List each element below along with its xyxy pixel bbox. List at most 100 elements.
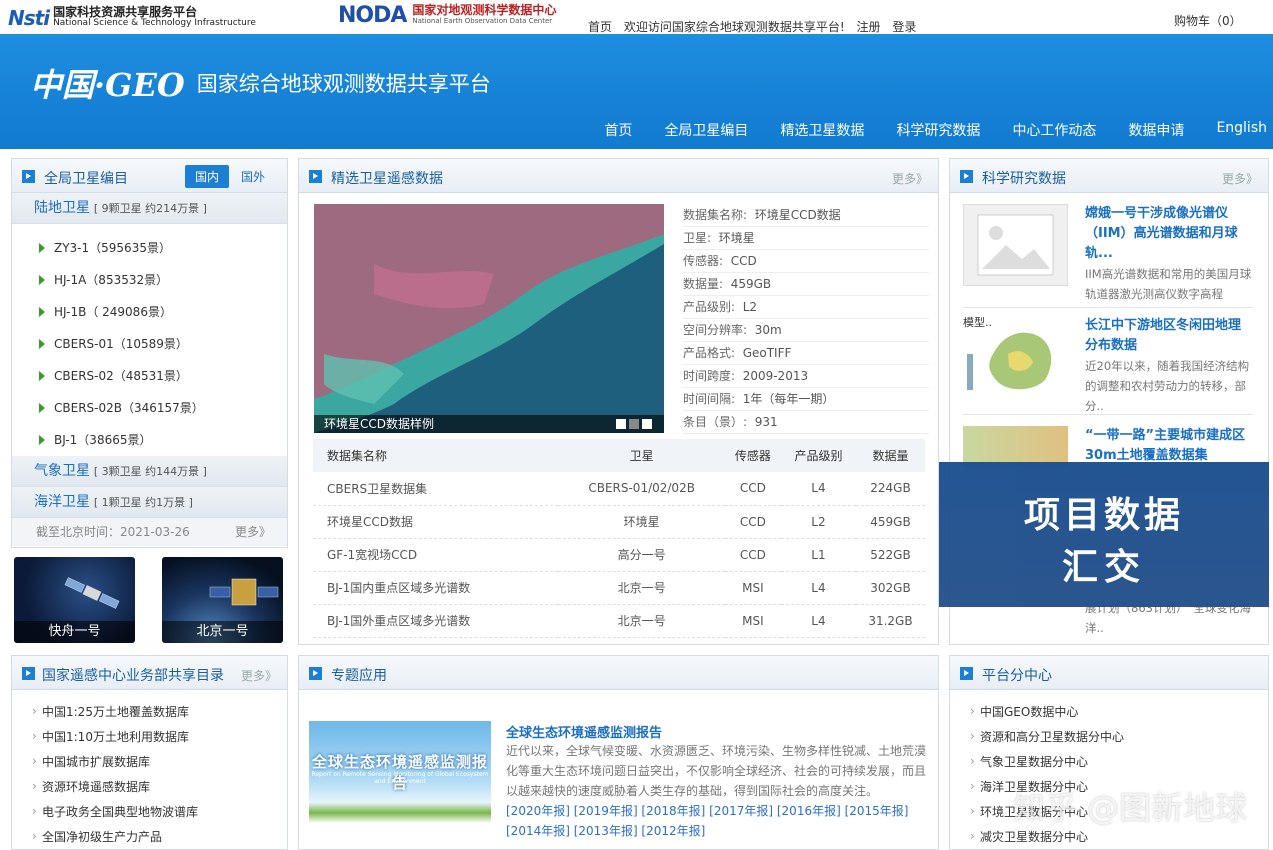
satellite-item[interactable]: ZY3-1（595635景） xyxy=(37,232,287,264)
map-thumbnail: 模型.. xyxy=(963,314,1068,396)
category-weather[interactable]: 气象卫星 [ 3颗卫星 约144万景 ] xyxy=(12,456,287,487)
list-item[interactable]: 中国城市扩展数据库 xyxy=(32,749,287,775)
nav-english[interactable]: English xyxy=(1216,120,1267,140)
cart-link[interactable]: 购物车（0） xyxy=(1174,12,1242,29)
cell: 224GB xyxy=(855,472,925,506)
list-item[interactable]: 电子政务全国典型地物波谱库 xyxy=(32,799,287,825)
cell: L4 xyxy=(781,604,856,638)
table-row[interactable]: BJ-1国外重点区域多光谱数 北京一号 MSI L4 31.2GB xyxy=(313,604,925,638)
satellite-item[interactable]: BJ-1（38665景） xyxy=(37,424,287,456)
cell[interactable]: BJ-1国外重点区域多光谱数 xyxy=(313,604,559,638)
cell[interactable]: GF-1宽视场CCD xyxy=(313,538,559,572)
register-link[interactable]: 注册 xyxy=(856,20,880,34)
satellite-image-graphic xyxy=(314,204,664,433)
list-item[interactable]: 中国1:10万土地利用数据库 xyxy=(32,724,287,750)
cell: CCD xyxy=(724,505,781,539)
featured-more-link[interactable]: 更多》 xyxy=(892,170,928,187)
featured-title: 精选卫星遥感数据 xyxy=(331,171,443,187)
catalog-panel: 全局卫星编目 国内 国外 陆地卫星 [ 9颗卫星 约214万景 ] ZY3-1（… xyxy=(11,158,288,548)
carousel-dot[interactable] xyxy=(642,419,652,429)
project-data-submission-banner[interactable]: 项目数据 汇交 xyxy=(939,462,1269,607)
cell: 北京一号 xyxy=(558,604,725,638)
list-item[interactable]: 中国1:25万土地覆盖数据库 xyxy=(32,699,287,725)
subcenter-title: 平台分中心 xyxy=(982,668,1052,684)
table-row[interactable]: 环境星CCD数据 环境星 CCD L2 459GB xyxy=(313,505,925,539)
list-item[interactable]: 全国净初级生产力产品 xyxy=(32,824,287,850)
carousel-dot[interactable] xyxy=(629,419,639,429)
report-year-links[interactable]: [2020年报] [2019年报] [2018年报] [2017年报] [201… xyxy=(506,801,926,841)
nav-data-request[interactable]: 数据申请 xyxy=(1128,120,1184,140)
remote-sensing-panel: 国家遥感中心业务部共享目录 更多》 中国1:25万土地覆盖数据库 中国1:10万… xyxy=(11,655,288,850)
nav-featured-data[interactable]: 精选卫星数据 xyxy=(780,120,864,140)
col-dataset: 数据集名称 xyxy=(313,439,559,472)
nsti-name-en: National Science & Technology Infrastruc… xyxy=(53,18,256,28)
china-geo-logo[interactable]: 中国·GEO 国家综合地球观测数据共享平台 xyxy=(30,60,491,106)
nsti-logo[interactable]: Nsti 国家科技资源共享服务平台 National Science & Tec… xyxy=(8,5,256,31)
featured-satellite-image[interactable]: 环境星CCD数据样例 xyxy=(314,204,664,433)
report-cover-subtitle: Report on Remote Sensing Monitoring of G… xyxy=(311,771,489,785)
science-item-title[interactable]: “一带一路”主要城市建成区30m土地覆盖数据集 xyxy=(1085,426,1253,462)
cell[interactable]: 环境星CCD数据 xyxy=(313,505,559,539)
science-title: 科学研究数据 xyxy=(982,171,1066,187)
cell: L4 xyxy=(781,571,856,605)
carousel-dot[interactable] xyxy=(616,419,626,429)
login-link[interactable]: 登录 xyxy=(892,20,916,34)
list-item[interactable]: 资源和高分卫星数据分中心 xyxy=(970,724,1268,750)
catalog-panel-header: 全局卫星编目 国内 国外 xyxy=(12,159,287,193)
science-item-title[interactable]: 嫦娥一号干涉成像光谱仪（IIM）高光谱数据和月球轨... xyxy=(1085,204,1253,264)
satellite-list: ZY3-1（595635景） HJ-1A（853532景） HJ-1B（ 249… xyxy=(12,224,287,456)
tab-domestic[interactable]: 国内 xyxy=(184,165,229,188)
nav-research-data[interactable]: 科学研究数据 xyxy=(896,120,980,140)
remote-panel-header: 国家遥感中心业务部共享目录 更多》 xyxy=(12,656,287,690)
carousel-dots xyxy=(613,419,652,429)
nav-satellite-catalog[interactable]: 全局卫星编目 xyxy=(664,120,748,140)
table-row[interactable]: GF-1宽视场CCD 高分一号 CCD L1 522GB xyxy=(313,538,925,572)
science-item[interactable]: 模型.. 长江中下游地区冬闲田地理分布数据 近20年以来，随着我国经济结构的调整… xyxy=(963,308,1253,415)
cell[interactable]: BJ-1国内重点区域多光谱数 xyxy=(313,571,559,605)
noda-logo-word: NODA xyxy=(338,3,407,28)
remote-title: 国家遥感中心业务部共享目录 xyxy=(42,668,224,684)
cell: 302GB xyxy=(855,571,925,605)
top-home-link[interactable]: 首页 xyxy=(588,20,612,34)
science-item-title[interactable]: 长江中下游地区冬闲田地理分布数据 xyxy=(1085,316,1253,356)
category-land[interactable]: 陆地卫星 [ 9颗卫星 约214万景 ] xyxy=(12,193,287,224)
table-row[interactable]: BJ-1国内重点区域多光谱数 北京一号 MSI L4 302GB xyxy=(313,571,925,605)
satellite-item[interactable]: HJ-1A（853532景） xyxy=(37,264,287,296)
main-nav: 首页 全局卫星编目 精选卫星数据 科学研究数据 中心工作动态 数据申请 Engl… xyxy=(572,120,1267,140)
panel-arrow-icon xyxy=(22,170,35,183)
list-item[interactable]: 中国GEO数据中心 xyxy=(970,699,1268,725)
satellite-item[interactable]: HJ-1B（ 249086景） xyxy=(37,296,287,328)
list-item[interactable]: 气象卫星数据分中心 xyxy=(970,749,1268,775)
site-header: 中国·GEO 国家综合地球观测数据共享平台 首页 全局卫星编目 精选卫星数据 科… xyxy=(0,34,1273,149)
report-cover-image[interactable]: 全球生态环境遥感监测报告 Report on Remote Sensing Mo… xyxy=(309,721,491,823)
panel-arrow-icon xyxy=(22,667,35,680)
science-item[interactable]: 嫦娥一号干涉成像光谱仪（IIM）高光谱数据和月球轨... IIM高光谱数据和常用… xyxy=(963,204,1253,308)
report-title-link[interactable]: 全球生态环境遥感监测报告 xyxy=(506,722,662,741)
table-header-row: 数据集名称 卫星 传感器 产品级别 数据量 xyxy=(313,439,925,472)
nav-home[interactable]: 首页 xyxy=(604,120,632,140)
remote-more-link[interactable]: 更多》 xyxy=(241,667,277,684)
watermark: 知乎 @图新地球 xyxy=(1013,789,1248,827)
science-more-link[interactable]: 更多》 xyxy=(1222,170,1258,187)
deadline-text: 截至北京时间：2021-03-26 xyxy=(36,525,190,539)
nav-center-news[interactable]: 中心工作动态 xyxy=(1012,120,1096,140)
category-ocean[interactable]: 海洋卫星 [ 1颗卫星 约1万景 ] xyxy=(12,487,287,518)
site-title: 国家综合地球观测数据共享平台 xyxy=(196,72,491,96)
col-volume: 数据量 xyxy=(855,439,925,472)
noda-logo[interactable]: NODA 国家对地观测科学数据中心 National Earth Observa… xyxy=(338,3,556,28)
cell[interactable]: CBERS卫星数据集 xyxy=(313,472,559,506)
list-item[interactable]: 资源环境遥感数据库 xyxy=(32,774,287,800)
tab-foreign[interactable]: 国外 xyxy=(231,165,275,188)
cell: 北京一号 xyxy=(558,571,725,605)
satellite-item[interactable]: CBERS-02（48531景） xyxy=(37,360,287,392)
noda-name-en: National Earth Observation Data Center xyxy=(412,16,553,25)
kuaizhou-tile[interactable]: 快舟一号 xyxy=(14,557,135,643)
beijing1-tile[interactable]: 北京一号 xyxy=(162,557,283,643)
satellite-item[interactable]: CBERS-02B（346157景） xyxy=(37,392,287,424)
info-row: 数据集名称: 环境星CCD数据 xyxy=(683,204,929,227)
catalog-more-link[interactable]: 更多》 xyxy=(235,518,271,546)
satellite-item[interactable]: CBERS-01（10589景） xyxy=(37,328,287,360)
banner-line2: 汇交 xyxy=(1061,546,1146,588)
cell: MSI xyxy=(724,604,781,638)
table-row[interactable]: CBERS卫星数据集 CBERS-01/02/02B CCD L4 224GB xyxy=(313,472,925,506)
